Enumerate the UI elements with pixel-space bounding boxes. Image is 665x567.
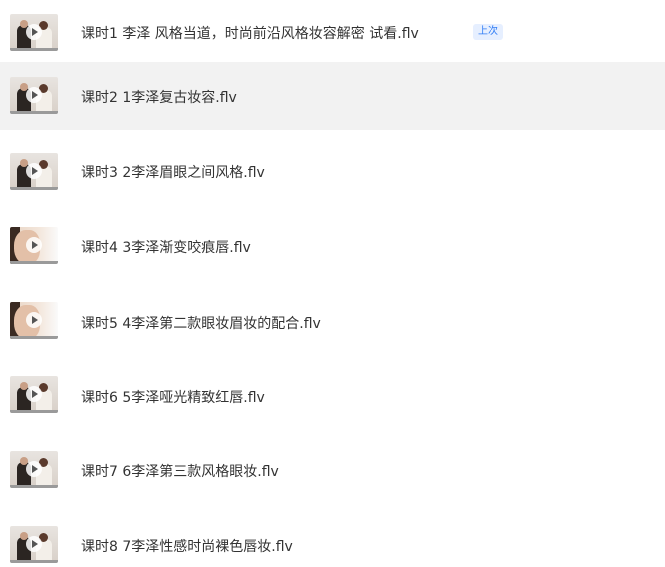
lesson-title: 课时4 3李泽渐变咬痕唇.flv	[81, 240, 251, 256]
lesson-item-3[interactable]: 课时3 2李泽眉眼之间风格.flv	[0, 140, 665, 204]
last-watched-badge: 上次	[473, 24, 503, 40]
video-thumbnail[interactable]	[10, 153, 58, 190]
lesson-item-1[interactable]: 课时1 李泽 风格当道，时尚前沿风格妆容解密 试看.flv 上次	[0, 0, 665, 54]
play-icon	[26, 386, 42, 402]
video-thumbnail[interactable]	[10, 227, 58, 264]
play-icon	[26, 312, 42, 328]
lesson-title: 课时2 1李泽复古妆容.flv	[81, 90, 237, 106]
lesson-title: 课时3 2李泽眉眼之间风格.flv	[81, 165, 265, 181]
lesson-title: 课时1 李泽 风格当道，时尚前沿风格妆容解密 试看.flv	[81, 26, 419, 42]
video-thumbnail[interactable]	[10, 451, 58, 488]
lesson-item-6[interactable]: 课时6 5李泽哑光精致红唇.flv	[0, 363, 665, 427]
lesson-title: 课时7 6李泽第三款风格眼妆.flv	[81, 464, 279, 480]
video-thumbnail[interactable]	[10, 376, 58, 413]
play-icon	[26, 24, 42, 40]
lesson-item-2[interactable]: 课时2 1李泽复古妆容.flv	[0, 62, 665, 130]
video-thumbnail[interactable]	[10, 526, 58, 563]
play-icon	[26, 536, 42, 552]
video-thumbnail[interactable]	[10, 14, 58, 51]
lesson-item-5[interactable]: 课时5 4李泽第二款眼妆眉妆的配合.flv	[0, 289, 665, 353]
play-icon	[26, 461, 42, 477]
video-thumbnail[interactable]	[10, 77, 58, 114]
play-icon	[26, 163, 42, 179]
play-icon	[26, 87, 42, 103]
lesson-item-4[interactable]: 课时4 3李泽渐变咬痕唇.flv	[0, 214, 665, 278]
video-thumbnail[interactable]	[10, 302, 58, 339]
lesson-title: 课时8 7李泽性感时尚裸色唇妆.flv	[81, 539, 293, 555]
play-icon	[26, 237, 42, 253]
lesson-title: 课时5 4李泽第二款眼妆眉妆的配合.flv	[81, 316, 321, 332]
lesson-list: 课时1 李泽 风格当道，时尚前沿风格妆容解密 试看.flv 上次 课时2 1李泽…	[0, 0, 665, 567]
lesson-item-8[interactable]: 课时8 7李泽性感时尚裸色唇妆.flv	[0, 512, 665, 567]
lesson-title: 课时6 5李泽哑光精致红唇.flv	[81, 390, 265, 406]
lesson-item-7[interactable]: 课时7 6李泽第三款风格眼妆.flv	[0, 437, 665, 501]
